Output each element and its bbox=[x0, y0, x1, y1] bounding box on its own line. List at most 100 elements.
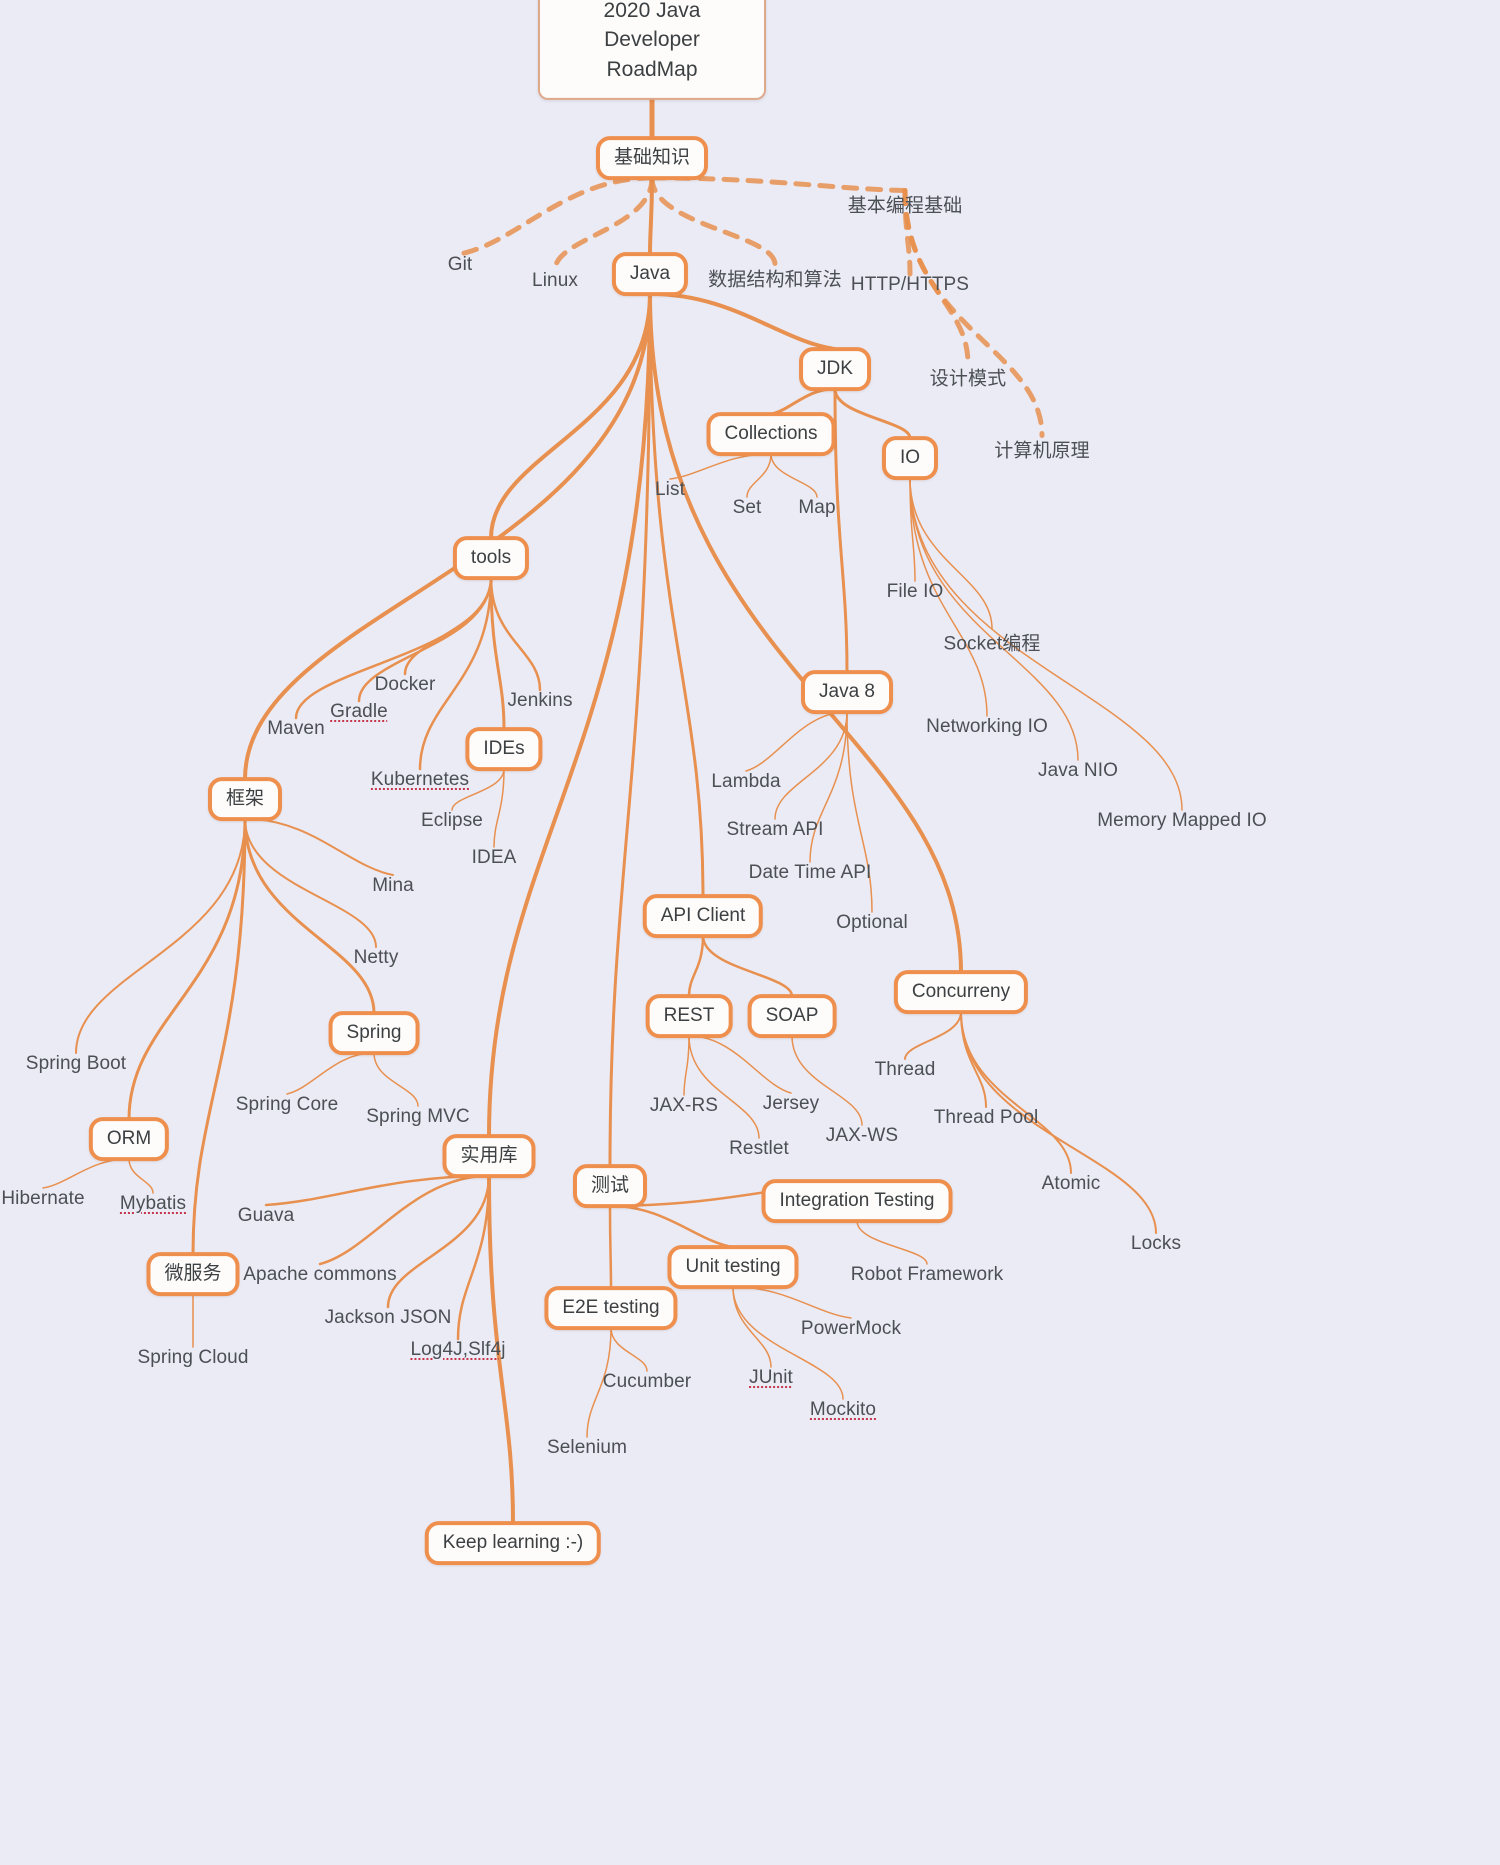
mindmap-node-integrationtesting[interactable]: Integration Testing bbox=[761, 1179, 953, 1223]
mindmap-node-jaxws[interactable]: JAX-WS bbox=[826, 1125, 898, 1147]
mindmap-node-cscience[interactable]: 计算机原理 bbox=[994, 436, 1090, 463]
mindmap-node-springmvc[interactable]: Spring MVC bbox=[366, 1106, 469, 1128]
mindmap-node-map[interactable]: Map bbox=[798, 497, 835, 519]
edge-rest-to-jersey bbox=[688, 1035, 792, 1094]
edge-io-to-socket bbox=[909, 477, 993, 630]
edge-basics-to-java bbox=[648, 175, 654, 257]
mindmap-node-unittesting[interactable]: Unit testing bbox=[667, 1245, 799, 1289]
edge-java-to-tools bbox=[489, 291, 652, 541]
mindmap-node-dsa[interactable]: 数据结构和算法 bbox=[708, 265, 842, 292]
mindmap-node-keeplearning[interactable]: Keep learning :-) bbox=[424, 1521, 602, 1565]
mindmap-node-junit[interactable]: JUnit bbox=[749, 1367, 793, 1389]
edge-collections-to-set bbox=[746, 453, 772, 498]
mindmap-node-java[interactable]: Java bbox=[611, 252, 689, 296]
edge-basics-to-git bbox=[457, 175, 655, 257]
edge-utillib-to-jacksonjson bbox=[386, 1174, 491, 1309]
mindmap-node-mmapio[interactable]: Memory Mapped IO bbox=[1097, 810, 1267, 832]
mindmap-node-datetimeapi[interactable]: Date Time API bbox=[749, 862, 872, 884]
mindmap-node-spring[interactable]: Spring bbox=[328, 1011, 420, 1055]
mindmap-node-list[interactable]: List bbox=[655, 479, 685, 501]
mindmap-node-hibernate[interactable]: Hibernate bbox=[1, 1188, 84, 1210]
mindmap-node-mockito[interactable]: Mockito bbox=[810, 1399, 876, 1421]
mindmap-node-netty[interactable]: Netty bbox=[354, 947, 399, 969]
mindmap-node-linux[interactable]: Linux bbox=[532, 270, 578, 292]
mindmap-node-restlet[interactable]: Restlet bbox=[729, 1138, 789, 1160]
mindmap-node-jaxrs[interactable]: JAX-RS bbox=[650, 1095, 718, 1117]
mindmap-node-testing[interactable]: 测试 bbox=[572, 1164, 648, 1208]
mindmap-node-lambda[interactable]: Lambda bbox=[711, 771, 780, 793]
edge-java8-to-lambda bbox=[745, 711, 848, 772]
mindmap-node-httpx[interactable]: HTTP/HTTPS bbox=[851, 274, 969, 296]
edge-framework-to-netty bbox=[244, 817, 377, 948]
edge-tools-to-docker bbox=[403, 576, 493, 676]
mindmap-node-locks[interactable]: Locks bbox=[1131, 1233, 1181, 1255]
mindmap-node-apiclient[interactable]: API Client bbox=[642, 894, 764, 938]
edge-tools-to-maven bbox=[294, 576, 493, 720]
mindmap-node-orm[interactable]: ORM bbox=[88, 1117, 170, 1161]
edge-tools-to-ides bbox=[489, 576, 506, 731]
mindmap-node-javanio[interactable]: Java NIO bbox=[1038, 760, 1118, 782]
mindmap-node-mina[interactable]: Mina bbox=[372, 875, 414, 897]
mindmap-node-git[interactable]: Git bbox=[448, 254, 473, 276]
mindmap-node-selenium[interactable]: Selenium bbox=[547, 1437, 627, 1459]
mindmap-node-springcloud[interactable]: Spring Cloud bbox=[137, 1347, 248, 1369]
mindmap-node-gradle[interactable]: Gradle bbox=[330, 701, 388, 723]
edge-rest-to-jaxrs bbox=[683, 1035, 690, 1096]
mindmap-node-docker[interactable]: Docker bbox=[375, 674, 436, 696]
mindmap-node-maven[interactable]: Maven bbox=[267, 718, 325, 740]
edge-ides-to-idea bbox=[493, 768, 505, 848]
mindmap-node-thread[interactable]: Thread bbox=[875, 1059, 936, 1081]
mindmap-node-jenkins[interactable]: Jenkins bbox=[507, 690, 572, 712]
mindmap-node-io[interactable]: IO bbox=[881, 436, 939, 480]
mindmap-node-rest[interactable]: REST bbox=[645, 994, 733, 1038]
mindmap-node-idea[interactable]: IDEA bbox=[472, 847, 517, 869]
mindmap-node-jersey[interactable]: Jersey bbox=[763, 1093, 820, 1115]
edge-rest-to-restlet bbox=[688, 1035, 760, 1139]
mindmap-node-concurrency[interactable]: Concurreny bbox=[893, 970, 1029, 1014]
mindmap-node-eclipse[interactable]: Eclipse bbox=[421, 810, 483, 832]
edge-jdk-to-java8 bbox=[833, 387, 849, 674]
mindmap-node-springcore[interactable]: Spring Core bbox=[236, 1094, 338, 1116]
mindmap-node-soap[interactable]: SOAP bbox=[747, 994, 837, 1038]
mindmap-node-framework[interactable]: 框架 bbox=[207, 777, 283, 821]
mindmap-node-mybatis[interactable]: Mybatis bbox=[120, 1193, 186, 1215]
edge-apiclient-to-soap bbox=[701, 934, 794, 998]
mindmap-node-jacksonjson[interactable]: Jackson JSON bbox=[325, 1307, 452, 1329]
edge-progbasics-to-cscience bbox=[902, 188, 1045, 438]
mindmap-node-guava[interactable]: Guava bbox=[238, 1205, 294, 1227]
mindmap-node-root[interactable]: 2020 Java Developer RoadMap bbox=[538, 0, 766, 101]
edge-utillib-to-guava bbox=[264, 1174, 491, 1207]
mindmap-node-cucumber[interactable]: Cucumber bbox=[603, 1371, 691, 1393]
edge-java-to-framework bbox=[243, 291, 652, 782]
mindmap-node-streamapi[interactable]: Stream API bbox=[726, 819, 823, 841]
mindmap-node-apachecommons[interactable]: Apache commons bbox=[243, 1264, 396, 1286]
mindmap-node-e2etesting[interactable]: E2E testing bbox=[544, 1286, 678, 1330]
mindmap-node-utillib[interactable]: 实用库 bbox=[442, 1134, 536, 1178]
mindmap-node-threadpool[interactable]: Thread Pool bbox=[934, 1107, 1039, 1129]
mindmap-node-jdk[interactable]: JDK bbox=[799, 347, 871, 391]
mindmap-node-ides[interactable]: IDEs bbox=[465, 727, 543, 771]
edge-concurrency-to-threadpool bbox=[960, 1010, 987, 1108]
mindmap-node-collections[interactable]: Collections bbox=[706, 412, 836, 456]
mindmap-node-set[interactable]: Set bbox=[733, 497, 762, 519]
mindmap-node-tools[interactable]: tools bbox=[452, 536, 530, 580]
mindmap-node-fileio[interactable]: File IO bbox=[887, 581, 944, 603]
edge-spring-to-springcore bbox=[286, 1052, 375, 1095]
edge-integrationtesting-to-robotframework bbox=[856, 1220, 928, 1265]
mindmap-node-progbasics[interactable]: 基本编程基础 bbox=[848, 191, 963, 218]
mindmap-node-optional[interactable]: Optional bbox=[836, 912, 908, 934]
mindmap-node-powermock[interactable]: PowerMock bbox=[801, 1318, 901, 1340]
mindmap-node-basics[interactable]: 基础知识 bbox=[595, 136, 709, 180]
mindmap-node-atomic[interactable]: Atomic bbox=[1042, 1173, 1101, 1195]
mindmap-node-microservice[interactable]: 微服务 bbox=[146, 1252, 240, 1296]
mindmap-node-robotframework[interactable]: Robot Framework bbox=[851, 1264, 1004, 1286]
edge-java-to-utillib bbox=[487, 291, 652, 1139]
mindmap-node-kubernetes[interactable]: Kubernetes bbox=[371, 769, 469, 791]
mindmap-node-designpattern[interactable]: 设计模式 bbox=[930, 364, 1006, 391]
mindmap-node-java8[interactable]: Java 8 bbox=[801, 670, 893, 714]
mindmap-node-networkingio[interactable]: Networking IO bbox=[926, 716, 1048, 738]
mindmap-node-springboot[interactable]: Spring Boot bbox=[26, 1053, 126, 1075]
mindmap-node-socket[interactable]: Socket编程 bbox=[944, 629, 1041, 656]
edge-utillib-to-log4j bbox=[456, 1174, 491, 1341]
mindmap-node-log4j[interactable]: Log4J,Slf4j bbox=[410, 1339, 505, 1361]
